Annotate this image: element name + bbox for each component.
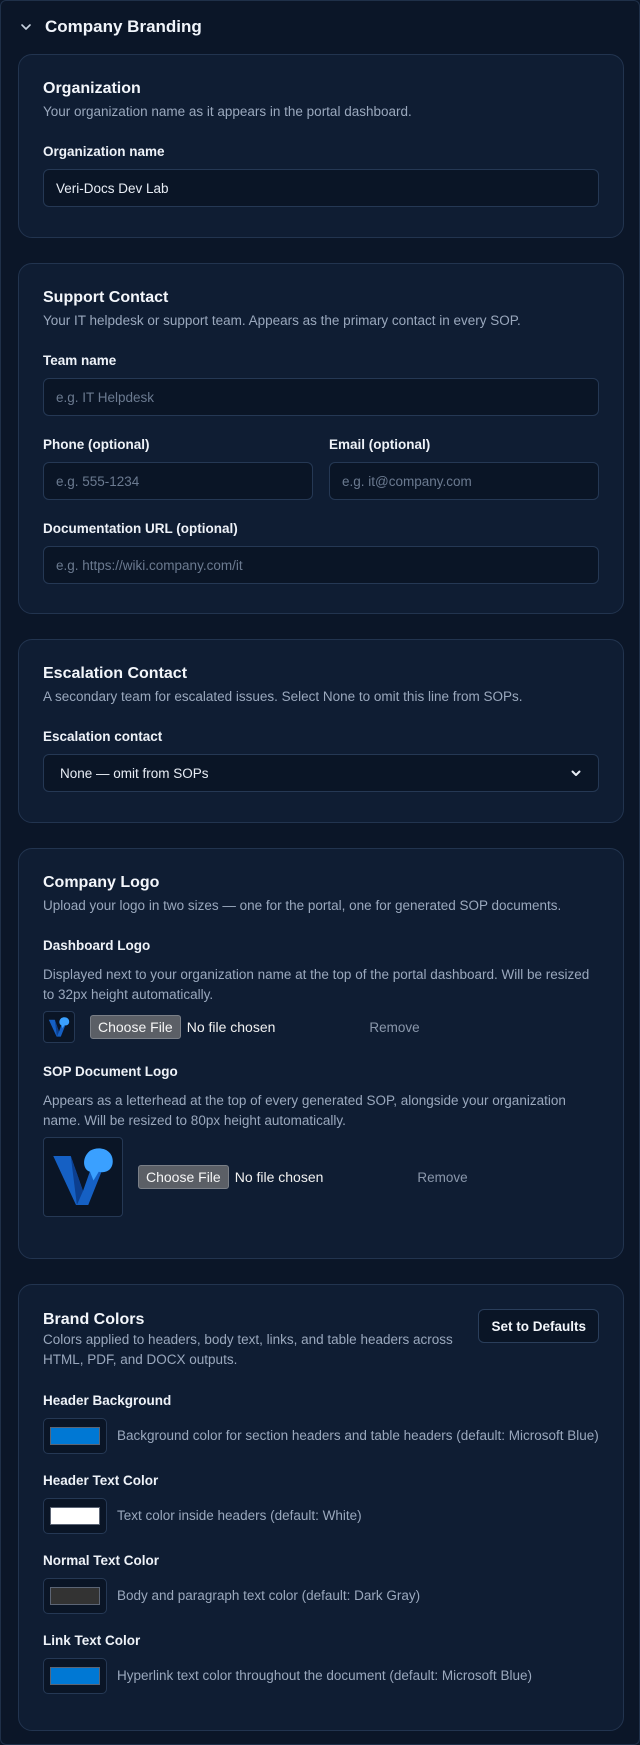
- set-defaults-button[interactable]: Set to Defaults: [478, 1309, 599, 1343]
- company-logo-card: Company Logo Upload your logo in two siz…: [18, 848, 624, 1259]
- escalation-contact-select[interactable]: None — omit from SOPs: [43, 754, 599, 792]
- branding-panel: Company Branding Organization Your organ…: [0, 0, 640, 1745]
- field-label: Phone (optional): [43, 437, 150, 452]
- card-description: Colors applied to headers, body text, li…: [43, 1332, 453, 1367]
- chevron-down-icon: [19, 20, 33, 34]
- card-title: Company Logo: [43, 874, 160, 891]
- color-picker[interactable]: [43, 1658, 107, 1694]
- field-label: SOP Document Logo: [43, 1064, 178, 1079]
- field-label: Email (optional): [329, 437, 431, 452]
- card-title: Organization: [43, 80, 141, 97]
- dashboard-choose-file-button[interactable]: Choose File: [90, 1015, 181, 1039]
- file-status: No file chosen: [234, 1169, 324, 1185]
- card-description: Your organization name as it appears in …: [43, 104, 412, 119]
- color-setting: Header Text Color Text color inside heade…: [43, 1472, 599, 1534]
- organization-name-input[interactable]: [43, 169, 599, 207]
- organization-card: Organization Your organization name as i…: [18, 54, 624, 238]
- dashboard-remove-button[interactable]: Remove: [369, 1020, 419, 1035]
- color-label: Header Text Color: [43, 1473, 159, 1488]
- select-value: None — omit from SOPs: [60, 765, 209, 781]
- section-toggle[interactable]: Company Branding: [19, 15, 202, 39]
- dashboard-logo-preview: [43, 1011, 75, 1043]
- sop-remove-button[interactable]: Remove: [417, 1170, 467, 1185]
- veri-docs-logo: [48, 1017, 70, 1037]
- card-title: Support Contact: [43, 289, 169, 306]
- color-description: Text color inside headers (default: Whit…: [117, 1508, 362, 1523]
- veri-docs-logo: [53, 1148, 113, 1205]
- team-name-input[interactable]: [43, 378, 599, 416]
- card-description: Your IT helpdesk or support team. Appear…: [43, 313, 521, 328]
- card-description: A secondary team for escalated issues. S…: [43, 689, 523, 704]
- field-label: Dashboard Logo: [43, 938, 151, 953]
- card-description: Upload your logo in two sizes — one for …: [43, 898, 562, 913]
- color-label: Link Text Color: [43, 1633, 141, 1648]
- sop-choose-file-button[interactable]: Choose File: [138, 1165, 229, 1189]
- color-swatch: [50, 1667, 100, 1685]
- color-description: Body and paragraph text color (default: …: [117, 1588, 421, 1603]
- sop-logo-preview: [43, 1137, 123, 1217]
- field-description: Appears as a letterhead at the top of ev…: [43, 1093, 566, 1128]
- color-setting: Header Background Background color for se…: [43, 1392, 599, 1454]
- color-description: Background color for section headers and…: [117, 1428, 599, 1443]
- color-swatch: [50, 1587, 100, 1605]
- card-title: Escalation Contact: [43, 665, 188, 682]
- color-label: Normal Text Color: [43, 1553, 160, 1568]
- color-label: Header Background: [43, 1393, 172, 1408]
- escalation-contact-card: Escalation Contact A secondary team for …: [18, 639, 624, 823]
- color-picker[interactable]: [43, 1578, 107, 1614]
- field-label: Escalation contact: [43, 729, 163, 744]
- color-picker[interactable]: [43, 1498, 107, 1534]
- color-description: Hyperlink text color throughout the docu…: [117, 1668, 532, 1683]
- color-setting: Normal Text Color Body and paragraph text…: [43, 1552, 599, 1614]
- section-title: Company Branding: [45, 17, 202, 36]
- file-status: No file chosen: [186, 1019, 276, 1035]
- support-contact-card: Support Contact Your IT helpdesk or supp…: [18, 263, 624, 614]
- phone-input[interactable]: [43, 462, 313, 500]
- field-label: Documentation URL (optional): [43, 521, 238, 536]
- color-swatch: [50, 1427, 100, 1445]
- documentation-url-input[interactable]: [43, 546, 599, 584]
- field-description: Displayed next to your organization name…: [43, 967, 590, 1002]
- field-label: Team name: [43, 353, 117, 368]
- field-label: Organization name: [43, 144, 165, 159]
- email-input[interactable]: [329, 462, 599, 500]
- color-swatch: [50, 1507, 100, 1525]
- brand-colors-card: Brand Colors Colors applied to headers, …: [18, 1284, 624, 1731]
- color-picker[interactable]: [43, 1418, 107, 1454]
- chevron-down-icon: [570, 767, 582, 779]
- color-setting: Link Text Color Hyperlink text color thro…: [43, 1632, 599, 1694]
